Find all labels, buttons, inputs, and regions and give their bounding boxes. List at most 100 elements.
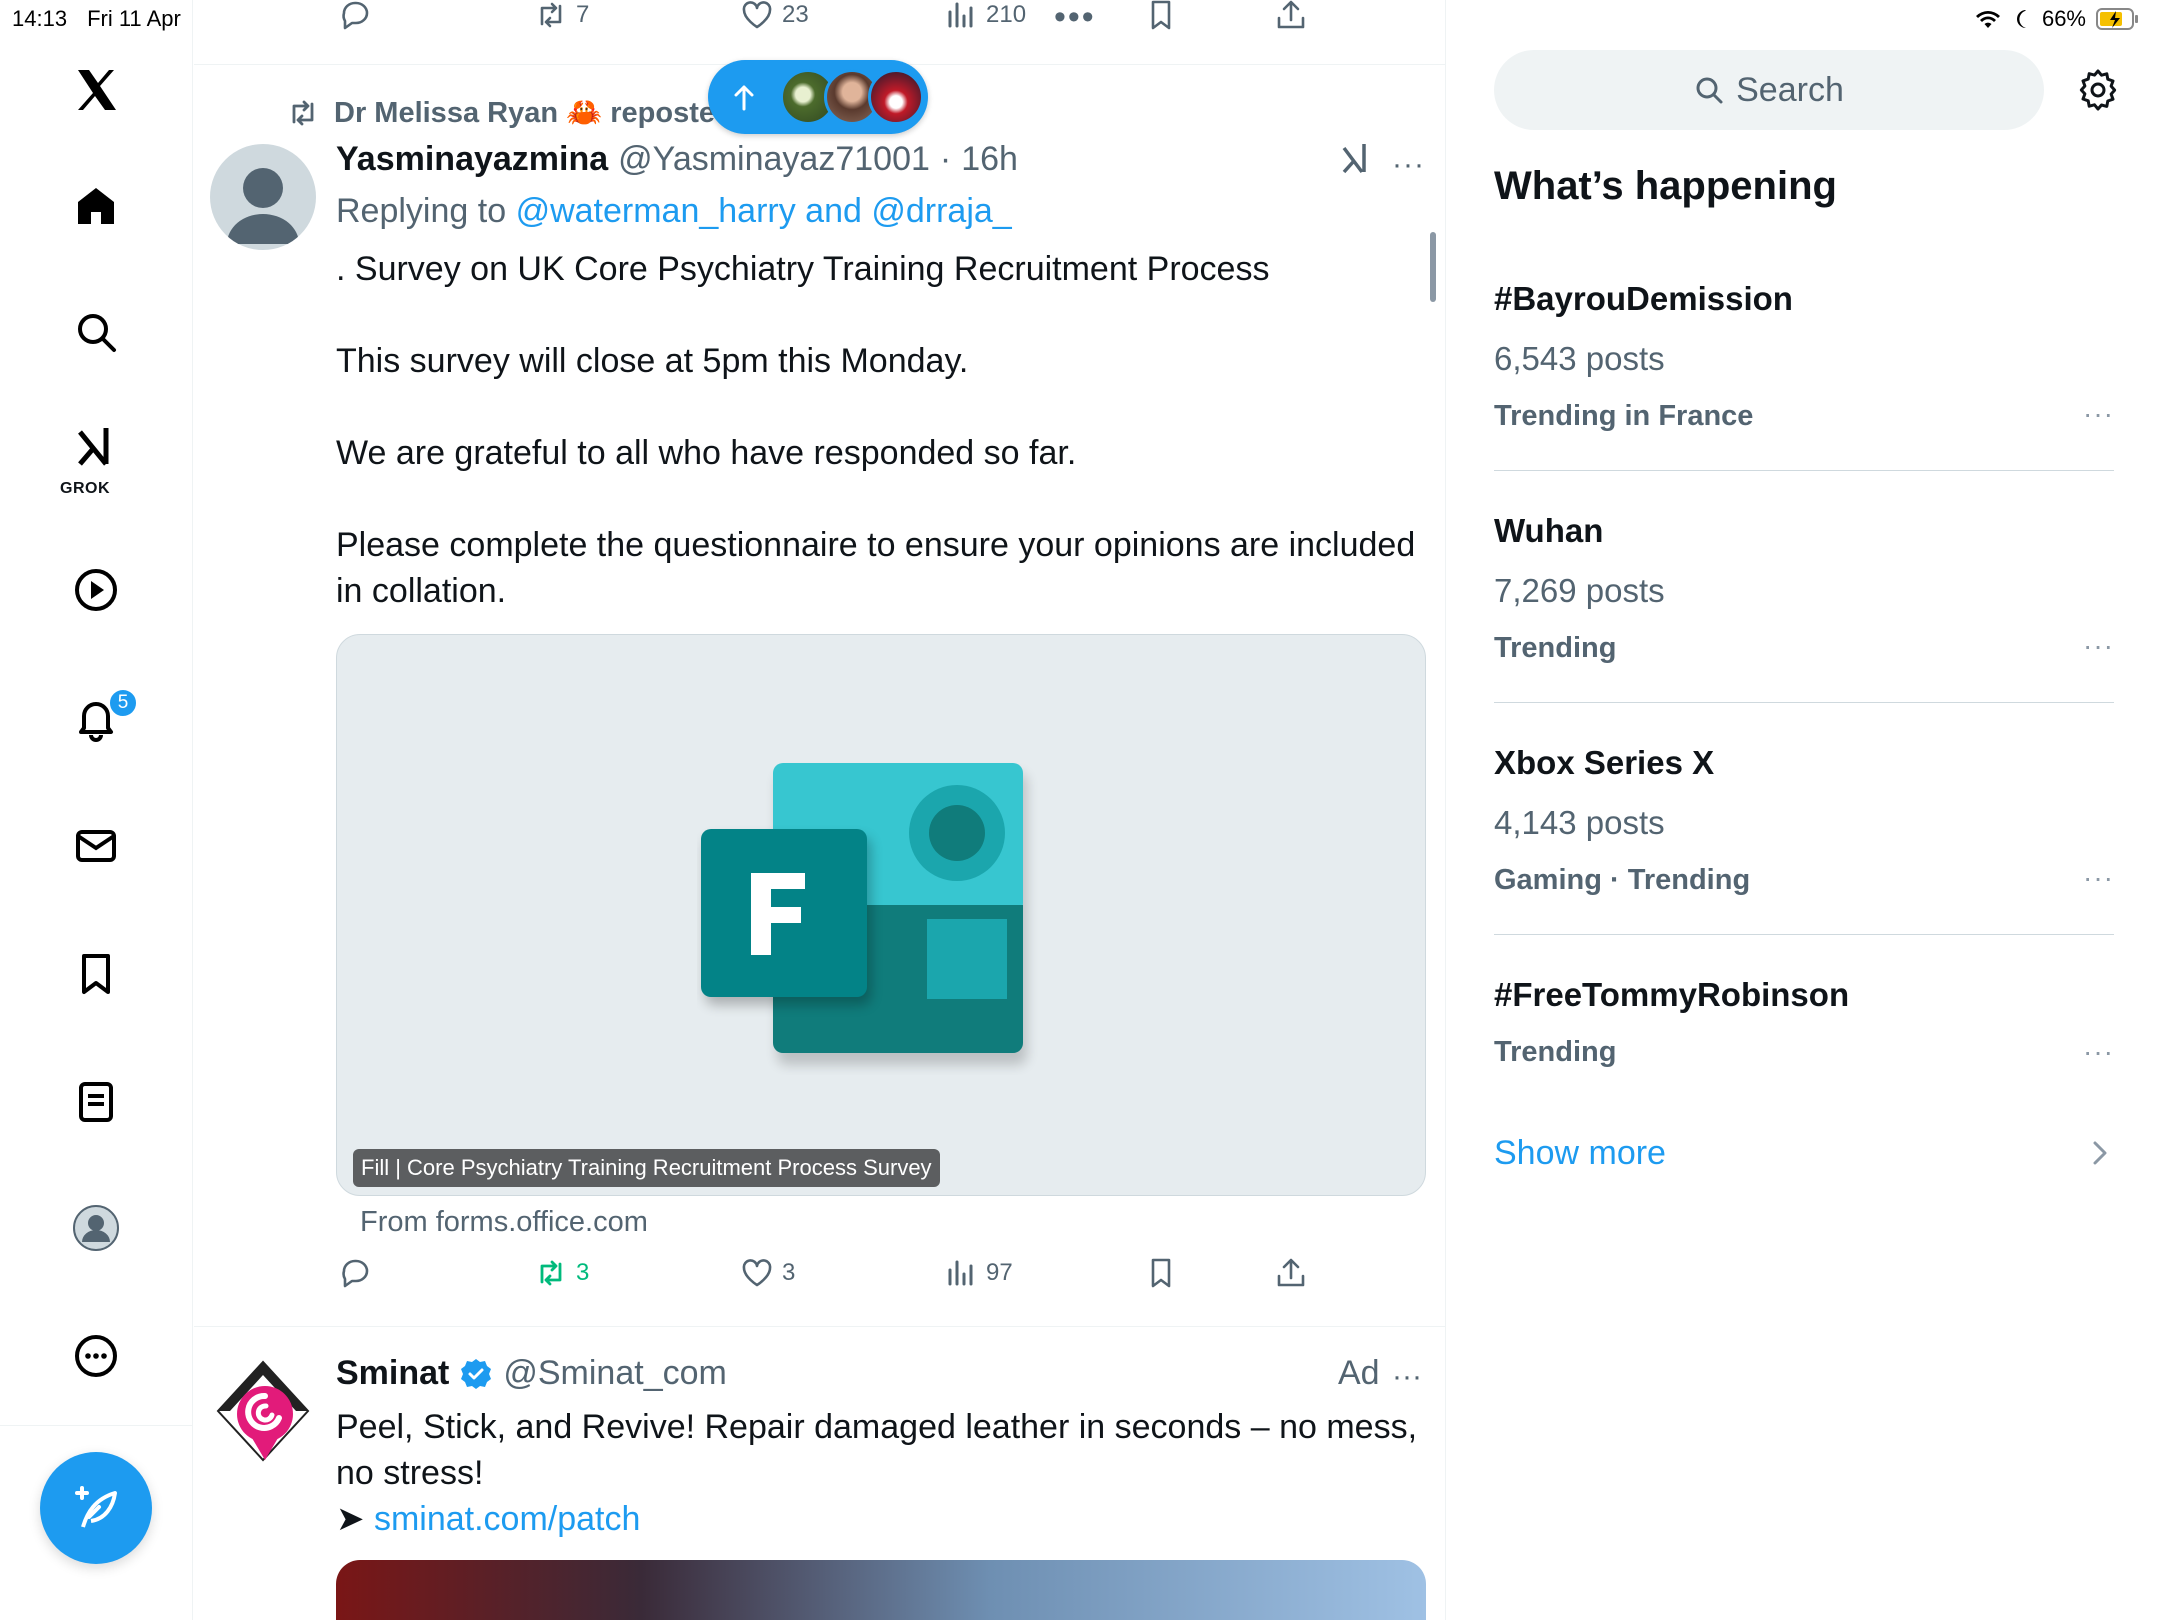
search-icon: [1696, 77, 1723, 104]
trend-more-button[interactable]: ···: [2083, 630, 2114, 662]
tweet-paragraph-spacer: [336, 476, 1436, 522]
tweet-more-button[interactable]: ···: [1392, 148, 1425, 182]
like-button[interactable]: 3: [740, 1256, 795, 1290]
views-button[interactable]: 210: [944, 0, 1026, 32]
repost-count: 7: [576, 1, 590, 28]
ad-author-handle[interactable]: @Sminat_com: [503, 1354, 726, 1393]
author-name[interactable]: Yasminayazmina: [336, 140, 608, 179]
grok-icon[interactable]: [68, 420, 124, 476]
trend-item[interactable]: Xbox Series X 4,143 posts Gaming · Trend…: [1494, 744, 2114, 897]
ad-more-button[interactable]: ···: [1392, 1360, 1422, 1394]
like-button[interactable]: 23: [740, 0, 809, 32]
grok-explain-icon[interactable]: [1340, 142, 1376, 183]
tweet-actions: 3 3 97: [194, 1256, 1445, 1296]
left-navigation: GROK 5: [0, 0, 193, 1620]
trend-more-button[interactable]: ···: [2083, 862, 2114, 894]
ad-body: Peel, Stick, and Revive! Repair damaged …: [336, 1408, 1418, 1492]
x-logo-icon[interactable]: [68, 62, 124, 118]
trend-item[interactable]: #BayrouDemission 6,543 posts Trending in…: [1494, 280, 2114, 433]
new-posts-pill[interactable]: [708, 60, 928, 134]
arrow-icon: ➤: [336, 1500, 365, 1538]
views-chart-icon: [948, 1260, 973, 1286]
arrow-up-icon: [734, 85, 754, 111]
reply-button[interactable]: [338, 1256, 372, 1290]
trend-name: #BayrouDemission: [1494, 280, 1793, 317]
sminat-avatar[interactable]: [210, 1358, 316, 1464]
ad-media[interactable]: [336, 1560, 1426, 1620]
chevron-right-icon[interactable]: [2090, 1138, 2110, 1173]
grok-label: GROK: [60, 480, 110, 497]
grok-more-dots-icon[interactable]: •••: [1054, 0, 1096, 37]
bookmarks-icon[interactable]: [68, 946, 124, 1002]
repost-button[interactable]: 3: [534, 1256, 589, 1290]
default-avatar-icon: [227, 168, 299, 244]
video-play-icon[interactable]: [68, 562, 124, 618]
trend-more-button[interactable]: ···: [2083, 398, 2114, 430]
divider: [1494, 470, 2114, 471]
like-count: 23: [782, 1, 809, 28]
trend-posts: 6,543 posts: [1494, 340, 1665, 377]
repost-icon: [540, 2, 562, 28]
share-icon: [1277, 1258, 1305, 1287]
profile-avatar-icon[interactable]: [68, 1200, 124, 1256]
trend-item[interactable]: Wuhan 7,269 posts Trending ···: [1494, 512, 2114, 665]
trend-context: Trending: [1494, 632, 1617, 664]
replying-to: Replying to @waterman_harry and @drraja_: [336, 192, 1012, 231]
trend-more-button[interactable]: ···: [2083, 1036, 2114, 1068]
link-card[interactable]: Fill | Core Psychiatry Training Recruitm…: [336, 634, 1426, 1196]
verified-badge-icon: [461, 1358, 492, 1389]
ad-header: Sminat @Sminat_com: [336, 1354, 727, 1393]
trend-name: Xbox Series X: [1494, 744, 1715, 781]
whats-happening-heading: What’s happening: [1494, 164, 1837, 208]
bookmark-icon: [1151, 0, 1171, 30]
trend-name: #FreeTommyRobinson: [1494, 976, 1850, 1013]
nav-divider: [0, 1425, 193, 1426]
avatar[interactable]: [210, 144, 316, 250]
reply-icon: [342, 1259, 369, 1288]
repost-context[interactable]: Dr Melissa Ryan 🦀 reposted: [286, 96, 733, 130]
bookmark-icon: [1151, 1258, 1171, 1288]
more-options-icon[interactable]: [68, 1328, 124, 1384]
share-button[interactable]: [1274, 0, 1308, 32]
trend-name: Wuhan: [1494, 512, 1604, 549]
moon-icon: [2016, 10, 2026, 28]
share-button[interactable]: [1274, 1256, 1308, 1290]
lists-icon[interactable]: [68, 1074, 124, 1130]
tweet-paragraph: Please complete the questionnaire to ens…: [336, 526, 1416, 610]
ad-author-name[interactable]: Sminat: [336, 1354, 449, 1393]
messages-envelope-icon[interactable]: [68, 818, 124, 874]
repost-icon: [540, 1260, 562, 1286]
views-button[interactable]: 97: [944, 1256, 1013, 1290]
search-input[interactable]: Search: [1494, 50, 2044, 130]
author-handle[interactable]: @Yasminayaz71001: [618, 140, 930, 179]
tweet-header: Yasminayazmina @Yasminayaz71001 · 16h: [336, 140, 1018, 179]
bookmark-button[interactable]: [1144, 1256, 1178, 1290]
notification-badge: 5: [108, 688, 138, 718]
ad-link-line: ➤ sminat.com/patch: [336, 1496, 1426, 1542]
trend-context: Trending in France: [1494, 400, 1754, 432]
heart-icon: [742, 1, 772, 29]
trend-posts: 4,143 posts: [1494, 804, 1665, 841]
home-icon[interactable]: [68, 178, 124, 234]
trend-item[interactable]: #FreeTommyRobinson Trending ···: [1494, 976, 2114, 1069]
repost-button[interactable]: 7: [534, 0, 589, 32]
search-placeholder: Search: [1736, 70, 1844, 109]
settings-gear-icon[interactable]: [2076, 68, 2120, 117]
wifi-icon: [1975, 11, 2000, 28]
battery-charging-icon: [2096, 8, 2138, 30]
tweet-paragraph: This survey will close at 5pm this Monda…: [336, 342, 969, 380]
tweet-time[interactable]: 16h: [961, 140, 1018, 179]
microsoft-forms-logo-icon: [701, 763, 1027, 1065]
reply-button[interactable]: [338, 0, 372, 32]
views-chart-icon: [948, 2, 973, 28]
bookmark-button[interactable]: [1144, 0, 1178, 32]
views-count: 210: [986, 1, 1027, 28]
divider: [1494, 702, 2114, 703]
card-source[interactable]: From forms.office.com: [360, 1206, 648, 1239]
show-more-link[interactable]: Show more: [1494, 1134, 1666, 1173]
divider: [194, 1326, 1445, 1327]
ad-link[interactable]: sminat.com/patch: [374, 1500, 640, 1538]
search-icon[interactable]: [68, 304, 124, 360]
compose-button[interactable]: [40, 1452, 152, 1564]
replying-targets[interactable]: @waterman_harry and @drraja_: [516, 192, 1012, 230]
